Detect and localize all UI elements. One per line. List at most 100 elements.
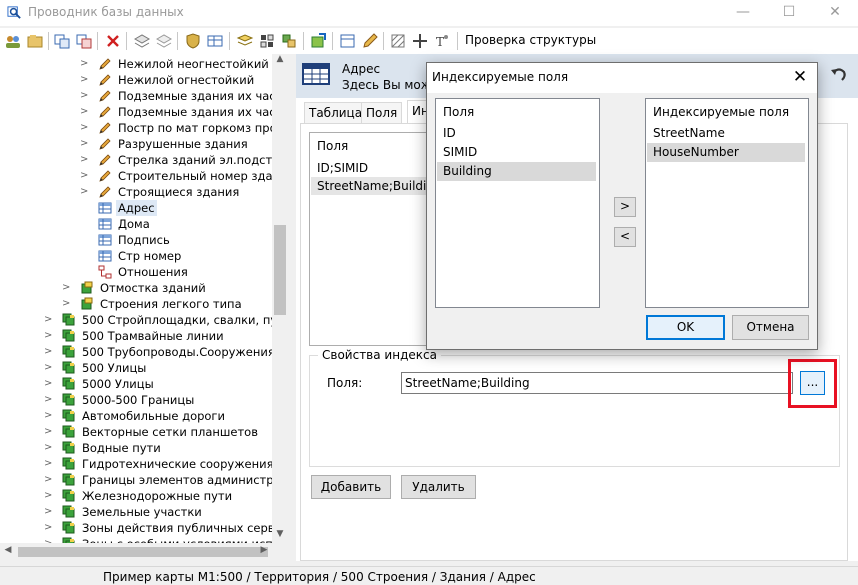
add-button[interactable]: Добавить (311, 475, 391, 499)
dialog-close-button[interactable]: ✕ (787, 66, 813, 88)
tree-item[interactable]: > Векторные сетки планшетов (0, 424, 272, 440)
edit-icon[interactable] (339, 32, 357, 50)
chevron-right-icon[interactable]: > (80, 104, 90, 120)
chevron-right-icon[interactable]: > (44, 360, 54, 376)
indexed-fields-list[interactable]: Индексируемые поля StreetName HouseNumbe… (645, 98, 809, 308)
list-item[interactable]: ID;SIMID (311, 159, 429, 177)
chevron-right-icon[interactable]: > (44, 456, 54, 472)
tree-icon[interactable] (280, 32, 298, 50)
pencil-icon[interactable] (361, 32, 379, 50)
text-icon[interactable]: T (433, 32, 451, 50)
chevron-right-icon[interactable]: > (44, 344, 54, 360)
tree-item[interactable]: > Железнодорожные пути (0, 488, 272, 504)
tree-item[interactable]: >500 Трамвайные линии (0, 328, 272, 344)
chevron-right-icon[interactable]: > (44, 440, 54, 456)
tree-item[interactable]: > Границы элементов административ (0, 472, 288, 488)
chevron-right-icon[interactable]: > (62, 280, 72, 296)
paste-icon[interactable] (75, 32, 93, 50)
delete-icon[interactable] (104, 32, 122, 50)
undo-icon[interactable] (828, 64, 850, 86)
list-item[interactable]: HouseNumber (647, 143, 805, 162)
cancel-button[interactable]: Отмена (732, 315, 809, 340)
tree-item[interactable]: >5000 Улицы (0, 376, 272, 392)
tree-item[interactable]: > Подземные здания их части (0, 104, 288, 120)
tree-item[interactable]: > Строящиеся здания (0, 184, 272, 200)
chevron-right-icon[interactable]: > (80, 168, 90, 184)
list-item[interactable]: ID (437, 124, 596, 143)
tree-item[interactable]: > Строения легкого типа (0, 296, 272, 312)
tree-item[interactable]: > Разрушенные здания (0, 136, 272, 152)
tree-item[interactable]: Дома (0, 216, 272, 232)
chevron-right-icon[interactable]: > (44, 536, 54, 543)
tree-item[interactable]: > Отмостка зданий (0, 280, 272, 296)
tree-horizontal-scroll-thumb[interactable] (18, 547, 268, 557)
check-structure-button[interactable]: Проверка структуры (465, 33, 596, 47)
tree-item[interactable]: Отношения (0, 264, 272, 280)
copy-icon[interactable] (53, 32, 71, 50)
tree-item[interactable]: Адрес (0, 200, 272, 216)
chevron-right-icon[interactable]: > (62, 296, 72, 312)
chevron-right-icon[interactable]: > (44, 504, 54, 520)
chevron-right-icon[interactable]: > (80, 184, 90, 200)
tree-item[interactable]: >500 Трубопроводы.Сооружения на (0, 344, 288, 360)
tree-item[interactable]: >500 Стройплощадки, свалки, пусть (0, 312, 288, 328)
close-button[interactable]: ✕ (812, 0, 858, 26)
scroll-right-icon[interactable]: ▶ (258, 545, 270, 559)
tree-item[interactable]: > Гидротехнические сооружения (0, 456, 274, 472)
tree-item[interactable]: > Стрелка зданий эл.подстанц (0, 152, 288, 168)
tiles-icon[interactable] (258, 32, 276, 50)
scroll-left-icon[interactable]: ◀ (2, 545, 14, 559)
index-list[interactable]: Поля ID;SIMID StreetName;Building (309, 132, 430, 346)
chevron-right-icon[interactable]: > (44, 328, 54, 344)
minimize-button[interactable]: — (720, 0, 766, 26)
add-field-button[interactable]: > (614, 197, 636, 217)
chevron-right-icon[interactable]: > (44, 520, 54, 536)
hatch-icon[interactable] (389, 32, 407, 50)
maximize-button[interactable]: ☐ (766, 0, 812, 26)
scroll-up-icon[interactable]: ▲ (274, 54, 286, 68)
remove-button[interactable]: Удалить (401, 475, 476, 499)
table-icon[interactable] (206, 32, 224, 50)
tab-table[interactable]: Таблица (304, 102, 368, 124)
tree-vertical-scroll-thumb[interactable] (274, 225, 286, 315)
chevron-right-icon[interactable]: > (80, 120, 90, 136)
list-item[interactable]: StreetName (647, 124, 805, 143)
tree-item[interactable]: Подпись (0, 232, 272, 248)
list-item[interactable]: SIMID (437, 143, 596, 162)
layers-icon[interactable] (133, 32, 151, 50)
scroll-down-icon[interactable]: ▼ (274, 529, 286, 543)
list-item[interactable]: Building (437, 162, 596, 181)
tree-item[interactable]: > Постр по мат горкомз прое (0, 120, 284, 136)
list-item[interactable]: StreetName;Building (311, 177, 429, 195)
chevron-right-icon[interactable]: > (44, 312, 54, 328)
remove-field-button[interactable]: < (614, 227, 636, 247)
tree-item[interactable]: > Нежилой неогнестойкий (0, 56, 272, 72)
chevron-right-icon[interactable]: > (44, 376, 54, 392)
chevron-right-icon[interactable]: > (80, 56, 90, 72)
shield-icon[interactable] (184, 32, 202, 50)
fields-input[interactable]: StreetName;Building (401, 372, 793, 394)
tree-item[interactable]: > Зоны с особыми условиями испо (0, 536, 280, 543)
chevron-right-icon[interactable]: > (80, 136, 90, 152)
layers-alt-icon[interactable] (155, 32, 173, 50)
chevron-right-icon[interactable]: > (44, 472, 54, 488)
chevron-right-icon[interactable]: > (80, 88, 90, 104)
chevron-right-icon[interactable]: > (80, 152, 90, 168)
tree-item[interactable]: >500 Улицы (0, 360, 272, 376)
move-icon[interactable] (411, 32, 429, 50)
chevron-right-icon[interactable]: > (44, 392, 54, 408)
tree-item[interactable]: > Автомобильные дороги (0, 408, 272, 424)
tree-item[interactable]: Стр номер (0, 248, 272, 264)
tree-item[interactable]: > Земельные участки (0, 504, 272, 520)
chevron-right-icon[interactable]: > (80, 72, 90, 88)
tree-item[interactable]: >5000-500 Границы (0, 392, 272, 408)
chevron-right-icon[interactable]: > (44, 488, 54, 504)
chevron-right-icon[interactable]: > (44, 424, 54, 440)
export-icon[interactable] (309, 32, 327, 50)
tree-item[interactable]: > Зоны действия публичных сервиту (0, 520, 288, 536)
grid-icon[interactable] (236, 32, 254, 50)
tree-item[interactable]: > Подземные здания их части (0, 88, 288, 104)
available-fields-list[interactable]: Поля ID SIMID Building (435, 98, 600, 308)
database-users-icon[interactable] (4, 32, 22, 50)
folder-open-icon[interactable] (26, 32, 44, 50)
